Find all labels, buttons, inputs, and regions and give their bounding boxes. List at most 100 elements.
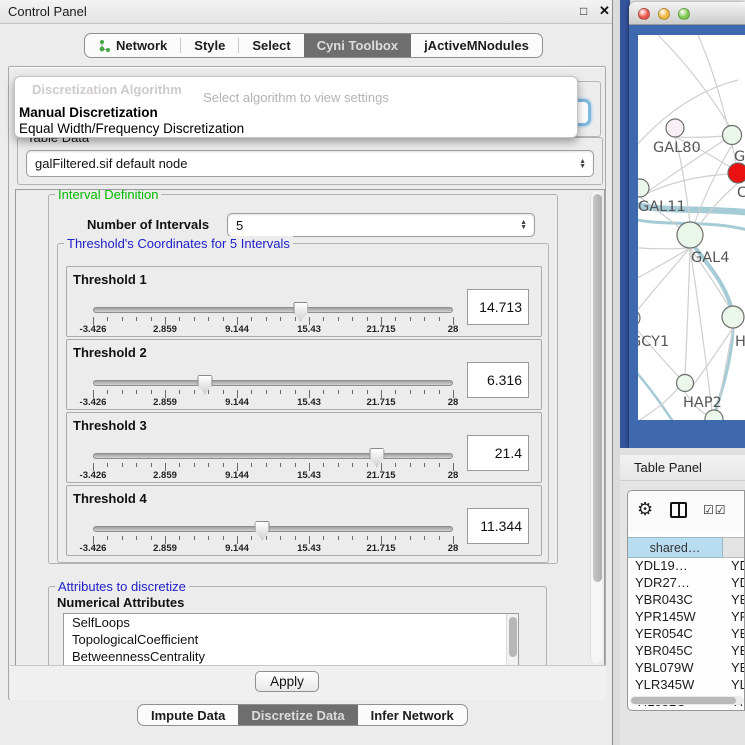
scrollbar-thumb[interactable] [631,697,736,704]
numerical-attributes-label: Numerical Attributes [57,595,184,610]
attributes-group-title: Attributes to discretize [55,579,189,594]
table-column-header[interactable]: na [723,537,745,558]
numerical-attribute-item[interactable]: TopologicalCoefficient [64,631,518,648]
network-node-c[interactable] [728,163,745,183]
table-row[interactable]: YDL19…YDL1 [628,558,745,575]
threshold-slider[interactable] [93,307,453,313]
number-of-intervals-value: 5 [236,218,243,233]
network-node-gcy1[interactable] [638,310,640,326]
tick-mark [107,463,108,467]
tab-discretize-data[interactable]: Discretize Data [238,705,357,725]
tab-select[interactable]: Select [239,34,303,57]
network-edge[interactable] [698,183,738,227]
tick-label: 9.144 [225,397,249,408]
network-edge[interactable] [675,136,724,137]
table-cell: YDL19… [628,558,723,575]
tab-infer-network[interactable]: Infer Network [358,705,467,725]
tab-cyni-toolbox[interactable]: Cyni Toolbox [304,34,411,57]
threshold-slider[interactable] [93,380,453,386]
tick-mark [194,536,195,540]
checked-boxes-icon[interactable]: ☑☑ [703,503,727,517]
tab-impute-data[interactable]: Impute Data [138,705,238,725]
settings-scrollpane: Interval Definition Number of Intervals … [15,189,605,666]
apply-button[interactable]: Apply [255,671,319,692]
tab-network[interactable]: Network [85,34,180,57]
tick-mark [251,390,252,394]
numerical-attribute-item[interactable]: BetweennessCentrality [64,648,518,665]
number-of-intervals-combobox[interactable]: 5 ▲▼ [227,213,535,237]
close-traffic-light[interactable] [638,8,650,20]
table-data-combobox[interactable]: galFiltered.sif default node ▲▼ [26,150,594,177]
panel-splitter[interactable] [612,0,620,745]
table-cell: YDR2 [723,575,745,592]
threshold-value-field[interactable]: 21.4 [467,435,529,471]
threshold-slider[interactable] [93,526,453,532]
tick-label: 21.715 [366,397,395,408]
tab-jactivemnodules[interactable]: jActiveMNodules [411,34,542,57]
float-window-icon[interactable]: □ [580,4,587,18]
table-row[interactable]: YBL079WYBL0 [628,660,745,677]
settings-vertical-scrollbar[interactable] [590,192,602,663]
network-node[interactable] [705,410,723,420]
right-gap [620,448,745,455]
tick-label: 15.43 [297,324,321,335]
control-panel-tabbar: NetworkStyleSelectCyni ToolboxjActiveMNo… [84,33,543,58]
network-window-titlebar [629,2,745,25]
network-node-gal11[interactable] [638,179,649,197]
dropdown-placeholder-item[interactable]: Select algorithm to view settings [15,90,577,105]
network-edge[interactable] [638,388,678,420]
table-row[interactable]: YER054CYER0 [628,626,745,643]
tick-mark [280,317,281,321]
numerical-attributes-list[interactable]: SelfLoopsTopologicalCoefficientBetweenne… [63,613,519,666]
tick-mark [179,536,180,540]
table-cell: YLR3 [723,677,745,694]
tick-mark [194,317,195,321]
table-cell: YLR345W [628,677,723,694]
attributes-list-scrollbar[interactable] [506,614,518,666]
tick-mark [424,536,425,540]
network-edge[interactable] [638,325,680,378]
tick-mark [410,463,411,467]
network-edge[interactable] [638,248,690,313]
thresholds-group: Threshold's Coordinates for 5 Intervals … [57,243,549,563]
dropdown-option-equal-width-frequency[interactable]: Equal Width/Frequency Discretization [19,121,244,136]
network-edge[interactable] [638,247,690,249]
network-node-gal4[interactable] [677,222,703,248]
tab-style[interactable]: Style [181,34,238,57]
split-column-icon[interactable] [670,502,687,518]
table-row[interactable]: YBR045CYBR0 [628,643,745,660]
network-node-hap2[interactable] [677,375,694,392]
dropdown-option-manual-discretization[interactable]: Manual Discretization [19,105,158,120]
table-row[interactable]: YPR145WYPR1 [628,609,745,626]
threshold-box: Threshold 1-3.4262.8599.14415.4321.71528… [66,266,542,337]
table-horizontal-scrollbar[interactable] [630,696,744,705]
close-panel-icon[interactable]: ✕ [599,3,610,19]
network-node-gal80[interactable] [666,119,684,137]
table-row[interactable]: YDR27…YDR2 [628,575,745,592]
network-edge[interactable] [658,35,730,127]
numerical-attribute-item[interactable]: SelfLoops [64,614,518,631]
tab-label: Discretize Data [251,708,344,723]
network-edge[interactable] [685,248,690,375]
node-table-window: ⚙ ☑☑ shared…na YDL19…YDL1YDR27…YDR2YBR04… [627,490,745,711]
threshold-value-field[interactable]: 6.316 [467,362,529,398]
table-column-header[interactable]: shared… [628,537,723,558]
threshold-slider[interactable] [93,453,453,459]
minimize-traffic-light[interactable] [658,8,670,20]
zoom-traffic-light[interactable] [678,8,690,20]
threshold-label: Threshold 1 [73,272,147,287]
threshold-value-field[interactable]: 11.344 [467,508,529,544]
panel-title: Control Panel [8,4,87,19]
network-node-ga[interactable] [723,126,742,145]
network-canvas[interactable]: GAL80GACGAL11GAL4GCY1HHAP2 [638,35,745,420]
tick-mark [395,317,396,321]
table-row[interactable]: YBR043CYBR0 [628,592,745,609]
node-label: HAP2 [683,395,722,411]
scrollbar-thumb[interactable] [593,194,602,582]
network-node-h[interactable] [722,306,744,328]
gear-icon[interactable]: ⚙ [637,499,653,520]
tick-label: 2.859 [153,397,177,408]
table-row[interactable]: YLR345WYLR3 [628,677,745,694]
tick-mark [194,463,195,467]
threshold-value-field[interactable]: 14.713 [467,289,529,325]
